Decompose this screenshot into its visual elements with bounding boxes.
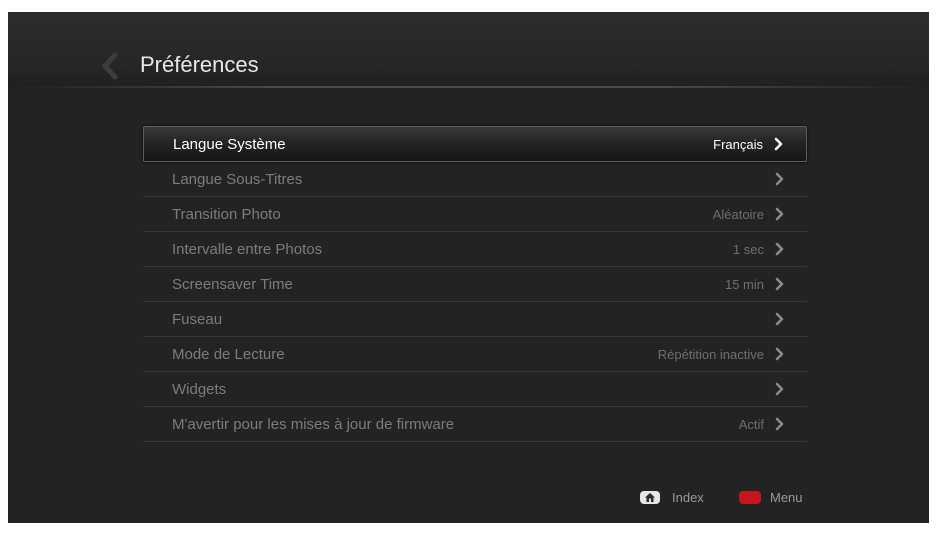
setting-value: Répétition inactive xyxy=(657,347,764,362)
setting-label: Intervalle entre Photos xyxy=(172,241,323,258)
chevron-right-icon xyxy=(775,417,784,431)
menu-label: Menu xyxy=(770,490,803,505)
index-label: Index xyxy=(672,490,704,505)
chevron-right-icon xyxy=(775,382,784,396)
setting-label: Mode de Lecture xyxy=(172,346,285,363)
setting-label: Widgets xyxy=(172,381,227,398)
header-bar: Préférences xyxy=(8,12,929,88)
setting-label: Transition Photo xyxy=(172,206,281,223)
settings-row[interactable]: Langue Sous-Titres xyxy=(143,162,807,197)
screen: Préférences Langue Système Français Langue… xyxy=(8,12,929,523)
page-title: Préférences xyxy=(140,52,259,77)
settings-row[interactable]: Langue Système Français xyxy=(143,126,807,162)
footer-hints: Index Menu xyxy=(8,488,929,508)
home-icon xyxy=(645,493,655,502)
chevron-right-icon xyxy=(775,277,784,291)
setting-label: Langue Système xyxy=(173,136,286,153)
chevron-left-icon[interactable] xyxy=(100,52,120,80)
settings-row[interactable]: M'avertir pour les mises à jour de firmw… xyxy=(143,407,807,442)
setting-label: Langue Sous-Titres xyxy=(172,171,303,188)
setting-value: Actif xyxy=(738,417,764,432)
chevron-right-icon xyxy=(775,172,784,186)
red-menu-key[interactable] xyxy=(739,491,761,504)
settings-row[interactable]: Mode de Lecture Répétition inactive xyxy=(143,337,807,372)
chevron-right-icon xyxy=(775,312,784,326)
settings-row[interactable]: Widgets xyxy=(143,372,807,407)
settings-row[interactable]: Transition Photo Aléatoire xyxy=(143,197,807,232)
chevron-right-icon xyxy=(775,207,784,221)
header-divider xyxy=(8,86,929,88)
setting-value: Aléatoire xyxy=(712,207,764,222)
setting-label: Fuseau xyxy=(172,311,223,328)
settings-row[interactable]: Screensaver Time 15 min xyxy=(143,267,807,302)
chevron-right-icon xyxy=(775,242,784,256)
setting-label: M'avertir pour les mises à jour de firmw… xyxy=(172,416,455,433)
settings-row[interactable]: Intervalle entre Photos 1 sec xyxy=(143,232,807,267)
settings-list: Langue Système Français Langue Sous-Titres… xyxy=(143,126,807,442)
home-key[interactable] xyxy=(640,491,660,504)
setting-value: 15 min xyxy=(724,277,764,292)
setting-label: Screensaver Time xyxy=(172,276,293,293)
chevron-right-icon xyxy=(775,347,784,361)
setting-value: 1 sec xyxy=(732,242,764,257)
settings-row[interactable]: Fuseau xyxy=(143,302,807,337)
setting-value: Français xyxy=(713,137,763,152)
chevron-right-icon xyxy=(774,137,783,151)
